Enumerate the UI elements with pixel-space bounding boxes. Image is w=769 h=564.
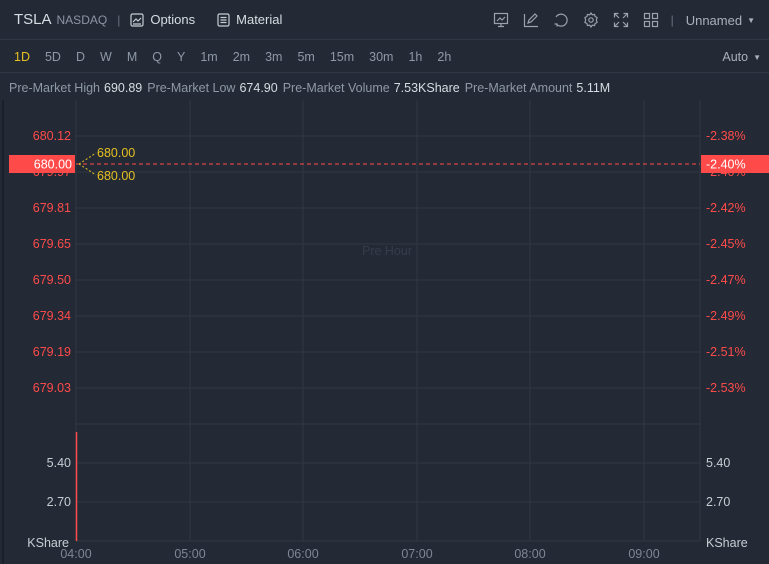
period-tab-15m[interactable]: 15m xyxy=(330,50,354,64)
settings-gear-icon[interactable] xyxy=(583,12,599,28)
info-value: 5.11M xyxy=(576,81,611,95)
info-value: 674.90 xyxy=(239,81,278,95)
period-tab-5D[interactable]: 5D xyxy=(45,50,61,64)
period-tab-1m[interactable]: 1m xyxy=(200,50,217,64)
layout-name-dropdown[interactable]: Unnamed xyxy=(686,13,742,28)
period-tab-D[interactable]: D xyxy=(76,50,85,64)
volume-tick: 5.40 xyxy=(47,456,71,470)
period-tab-Q[interactable]: Q xyxy=(152,50,162,64)
period-tab-2h[interactable]: 2h xyxy=(437,50,451,64)
period-tab-1h[interactable]: 1h xyxy=(408,50,422,64)
price-tick: 679.81 xyxy=(33,201,71,215)
info-value: 690.89 xyxy=(104,81,143,95)
volume-tick: 2.70 xyxy=(706,495,730,509)
document-icon xyxy=(217,12,230,27)
info-label: Pre-Market High xyxy=(9,81,100,95)
period-tab-M[interactable]: M xyxy=(127,50,137,64)
current-pct-label: -2.40% xyxy=(706,158,746,172)
period-tab-Y[interactable]: Y xyxy=(177,50,185,64)
chevron-down-icon: ▼ xyxy=(747,15,755,25)
refresh-icon[interactable] xyxy=(553,12,569,28)
pct-tick: -2.42% xyxy=(706,201,746,215)
volume-tick: 2.70 xyxy=(47,495,71,509)
price-tick: 679.34 xyxy=(33,309,71,323)
exchange: NASDAQ xyxy=(56,12,108,27)
time-tick: 08:00 xyxy=(514,547,545,561)
high-label: 680.00 xyxy=(97,146,135,160)
material-button[interactable]: Material xyxy=(217,12,282,27)
volume-tick: 5.40 xyxy=(706,456,730,470)
time-tick: 05:00 xyxy=(174,547,205,561)
options-icon xyxy=(130,12,144,27)
time-tick: 07:00 xyxy=(401,547,432,561)
pct-tick: -2.51% xyxy=(706,345,746,359)
time-tick: 04:00 xyxy=(60,547,91,561)
price-tick: 679.19 xyxy=(33,345,71,359)
layout-grid-icon[interactable] xyxy=(643,12,659,28)
period-bar: 1D 5D D W M Q Y 1m 2m 3m 5m 15m 30m 1h 2h Auto ▼ xyxy=(0,41,769,73)
chevron-down-icon: ▼ xyxy=(753,52,761,62)
symbol: TSLA xyxy=(14,11,52,28)
material-label: Material xyxy=(236,12,283,27)
pct-tick: -2.47% xyxy=(706,273,746,287)
watermark: Pre Hour xyxy=(362,244,412,258)
info-label: Pre-Market Amount xyxy=(464,81,573,95)
info-value: 7.53KShare xyxy=(393,81,460,95)
divider: | xyxy=(117,12,121,27)
price-tick: 679.50 xyxy=(33,273,71,287)
divider: | xyxy=(670,13,674,27)
period-tab-2m[interactable]: 2m xyxy=(233,50,250,64)
info-label: Pre-Market Low xyxy=(147,81,236,95)
price-tick: 679.03 xyxy=(33,381,71,395)
period-tab-5m[interactable]: 5m xyxy=(297,50,314,64)
time-tick: 06:00 xyxy=(287,547,318,561)
period-tab-3m[interactable]: 3m xyxy=(265,50,282,64)
scale-mode-dropdown[interactable]: Auto ▼ xyxy=(722,41,761,73)
period-tab-1D[interactable]: 1D xyxy=(14,50,30,64)
fullscreen-icon[interactable] xyxy=(613,12,629,28)
low-label: 680.00 xyxy=(97,169,135,183)
scale-mode-label: Auto xyxy=(722,50,749,64)
pre-market-info: Pre-Market High 690.89 Pre-Market Low 674.9… xyxy=(9,74,615,102)
price-chart[interactable]: Pre Hour680.12-2.38%679.97-2.40%679.81-2… xyxy=(0,100,769,564)
options-button[interactable]: Options xyxy=(130,12,195,27)
price-tick: 679.65 xyxy=(33,237,71,251)
period-tab-W[interactable]: W xyxy=(100,50,112,64)
pct-tick: -2.49% xyxy=(706,309,746,323)
current-price-label: 680.00 xyxy=(34,158,72,172)
pct-tick: -2.53% xyxy=(706,381,746,395)
indicator-chart-icon[interactable] xyxy=(493,12,509,28)
draw-pencil-icon[interactable] xyxy=(523,12,539,28)
period-tab-30m[interactable]: 30m xyxy=(369,50,393,64)
time-tick: 09:00 xyxy=(628,547,659,561)
top-toolbar: TSLA NASDAQ | Options Material | Unnamed… xyxy=(0,0,769,40)
price-tick: 680.12 xyxy=(33,129,71,143)
volume-unit: KShare xyxy=(706,536,748,550)
options-label: Options xyxy=(150,12,196,27)
info-label: Pre-Market Volume xyxy=(282,81,390,95)
pct-tick: -2.45% xyxy=(706,237,746,251)
pct-tick: -2.38% xyxy=(706,129,746,143)
